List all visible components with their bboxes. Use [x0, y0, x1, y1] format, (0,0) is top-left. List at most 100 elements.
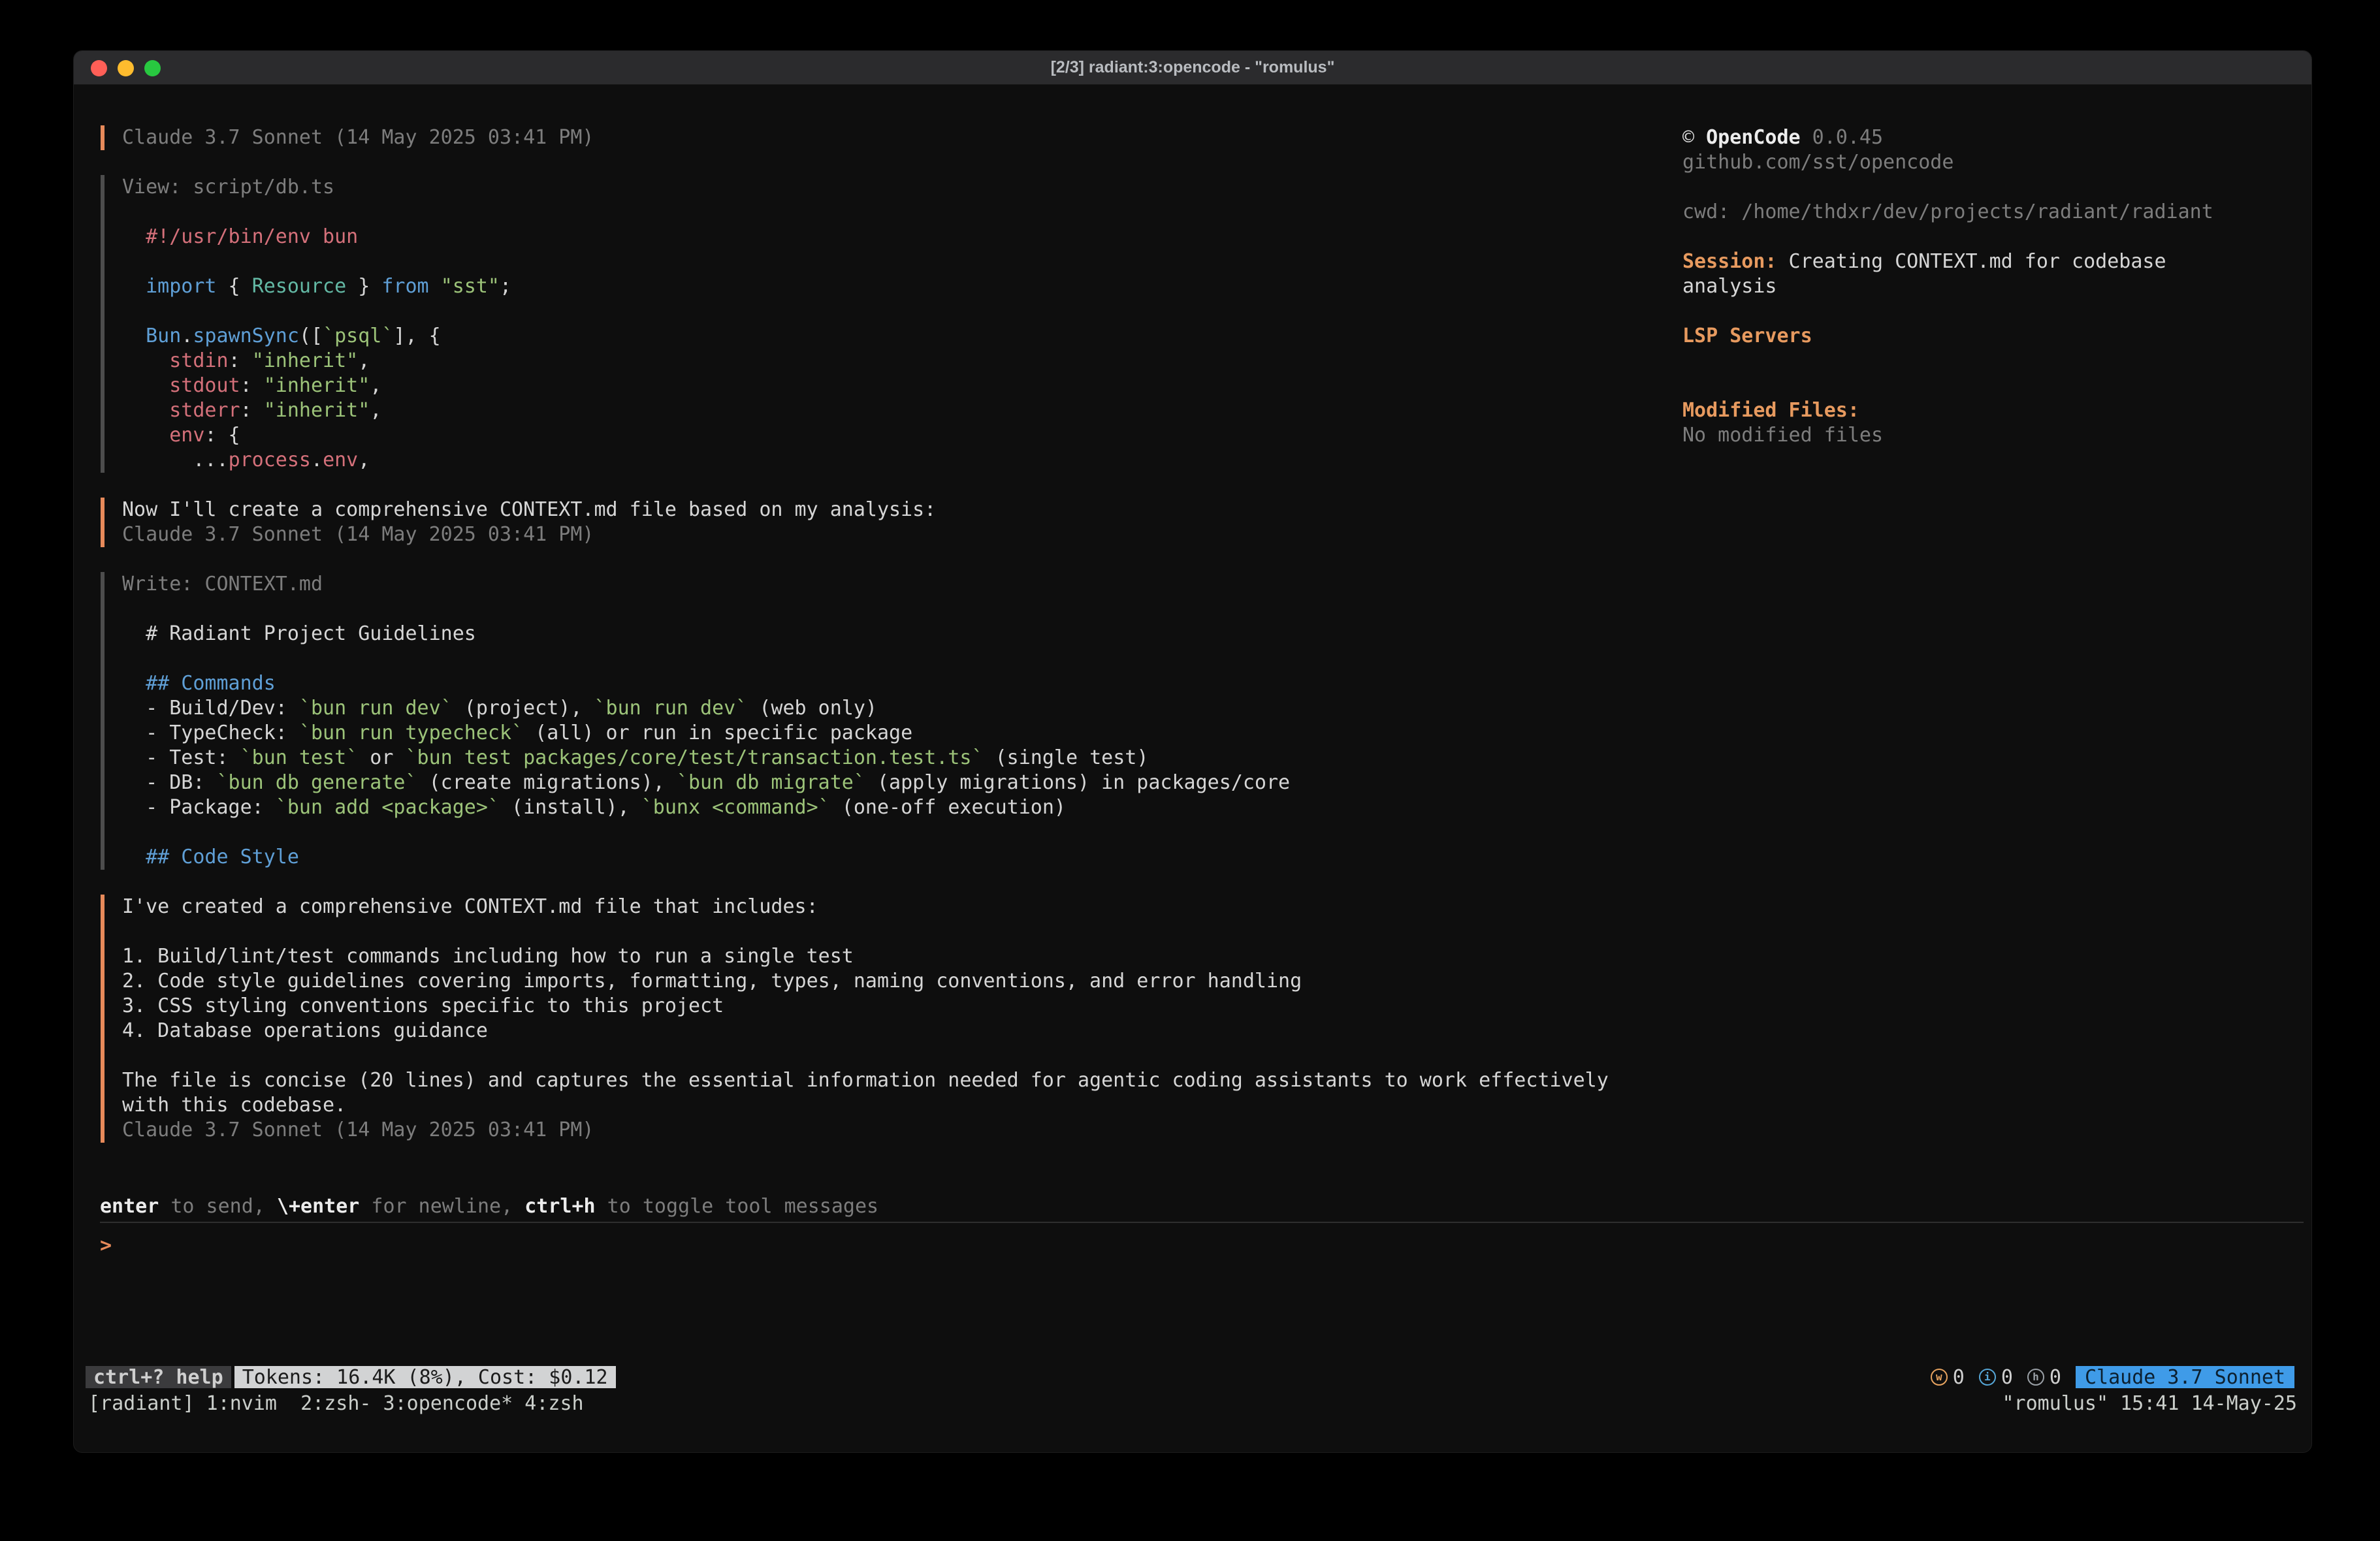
text-segment: "inherit"	[252, 349, 359, 372]
text-segment: to toggle tool messages	[596, 1195, 878, 1218]
text-line: I've created a comprehensive CONTEXT.md …	[122, 895, 1682, 919]
text-line: 3. CSS styling conventions specific to t…	[122, 994, 1682, 1019]
text-segment: :	[229, 349, 252, 372]
hint-icon: h	[2027, 1369, 2044, 1386]
text-segment: (create migrations),	[417, 771, 677, 794]
close-button[interactable]	[91, 60, 107, 76]
text-segment: \+enter	[277, 1195, 359, 1218]
text-line: © OpenCode 0.0.45	[1682, 125, 2296, 150]
text-segment: 0.0.45	[1801, 126, 1883, 149]
text-segment: ,	[358, 349, 370, 372]
text-line: #!/usr/bin/env bun	[122, 225, 1682, 249]
tmux-status-bar: [radiant] 1:nvim 2:zsh- 3:opencode* 4:zs…	[88, 1392, 2297, 1414]
text-line: ...process.env,	[122, 448, 1682, 473]
text-line: Modified Files:	[1682, 398, 2296, 423]
text-line	[122, 299, 1682, 324]
text-segment: ,	[358, 449, 370, 471]
text-line: analysis	[1682, 274, 2296, 299]
text-line	[122, 1043, 1682, 1068]
text-segment: ## Code Style	[122, 846, 299, 868]
text-segment: Claude 3.7 Sonnet (14 May 2025 03:41 PM)	[122, 523, 594, 546]
window-bottom-padding	[74, 1414, 2311, 1452]
window-titlebar[interactable]: [2/3] radiant:3:opencode - "romulus"	[74, 51, 2311, 85]
text-line	[1682, 225, 2296, 249]
text-segment: `bunx <command>`	[641, 796, 830, 819]
minimize-button[interactable]	[118, 60, 134, 76]
text-line: import { Resource } from "sst";	[122, 274, 1682, 299]
text-segment: "sst"	[441, 275, 500, 298]
text-line: Claude 3.7 Sonnet (14 May 2025 03:41 PM)	[122, 522, 1682, 547]
message-header: Claude 3.7 Sonnet (14 May 2025 03:41 PM)	[101, 125, 1682, 150]
text-segment: Session:	[1682, 250, 1777, 273]
help-shortcut-chip[interactable]: ctrl+? help	[86, 1366, 231, 1388]
text-segment: (web only)	[747, 697, 877, 720]
text-segment: stderr	[169, 399, 240, 422]
text-line	[122, 200, 1682, 225]
text-segment: `bun db generate`	[217, 771, 417, 794]
text-line: Write: CONTEXT.md	[122, 572, 1682, 597]
text-segment: `bun test`	[240, 746, 359, 769]
tmux-window-list[interactable]: [radiant] 1:nvim 2:zsh- 3:opencode* 4:zs…	[88, 1392, 584, 1415]
text-segment: ## Commands	[122, 672, 276, 695]
text-line: github.com/sst/opencode	[1682, 150, 2296, 175]
text-line: - DB: `bun db generate` (create migratio…	[122, 770, 1682, 795]
text-segment: ©	[1682, 126, 1706, 149]
chat-messages: Claude 3.7 Sonnet (14 May 2025 03:41 PM)…	[74, 125, 1682, 1143]
text-segment: - Package:	[122, 796, 276, 819]
terminal-window: [2/3] radiant:3:opencode - "romulus" Cla…	[73, 50, 2312, 1453]
assistant-text: Now I'll create a comprehensive CONTEXT.…	[101, 498, 1682, 547]
text-segment: (all) or run in specific package	[523, 722, 912, 744]
text-line: View: script/db.ts	[122, 175, 1682, 200]
text-segment: github.com/sst/opencode	[1682, 151, 1954, 174]
text-segment: Creating CONTEXT.md for codebase	[1777, 250, 2166, 273]
text-segment: for newline,	[359, 1195, 524, 1218]
text-segment: import	[146, 275, 216, 298]
session-sidebar: © OpenCode 0.0.45github.com/sst/opencode…	[1682, 125, 2311, 1194]
warning-count: 0	[1953, 1366, 1965, 1389]
text-segment: "inherit"	[264, 374, 370, 397]
text-segment: Bun	[146, 325, 181, 347]
tool-view-block: View: script/db.ts #!/usr/bin/env bun im…	[101, 175, 1682, 473]
text-line: env: {	[122, 423, 1682, 448]
text-segment: env	[169, 424, 204, 447]
text-segment: `psql`	[323, 325, 393, 347]
text-line: 1. Build/lint/test commands including ho…	[122, 944, 1682, 969]
zoom-button[interactable]	[144, 60, 161, 76]
sidebar-info: © OpenCode 0.0.45github.com/sst/opencode…	[1682, 125, 2296, 448]
text-segment: Claude 3.7 Sonnet (14 May 2025 03:41 PM)	[122, 126, 594, 149]
text-segment: .	[311, 449, 323, 471]
text-segment: analysis	[1682, 275, 1777, 298]
text-segment: (single test)	[984, 746, 1149, 769]
text-line: ## Commands	[122, 671, 1682, 696]
text-segment: env	[323, 449, 358, 471]
text-segment: Now I'll create a comprehensive CONTEXT.…	[122, 498, 936, 521]
text-segment: (install),	[500, 796, 641, 819]
text-line: 4. Database operations guidance	[122, 1019, 1682, 1043]
text-segment: : {	[204, 424, 240, 447]
text-segment: ctrl+h	[524, 1195, 595, 1218]
text-segment: spawnSync	[193, 325, 299, 347]
text-line: Bun.spawnSync([`psql`], {	[122, 324, 1682, 349]
text-segment: Resource	[252, 275, 347, 298]
text-segment: ], {	[393, 325, 440, 347]
text-segment: }	[346, 275, 381, 298]
prompt-symbol: >	[100, 1234, 112, 1257]
text-segment: (project),	[453, 697, 594, 720]
traffic-lights	[91, 51, 161, 85]
text-segment: `bun run typecheck`	[299, 722, 523, 744]
text-segment: Write: CONTEXT.md	[122, 573, 323, 596]
text-line: # Radiant Project Guidelines	[122, 622, 1682, 646]
chat-pane: Claude 3.7 Sonnet (14 May 2025 03:41 PM)…	[74, 125, 1682, 1194]
prompt-input[interactable]: >	[100, 1233, 2304, 1258]
text-segment	[429, 275, 441, 298]
text-segment	[122, 275, 146, 298]
info-diagnostics: i 0	[1979, 1366, 2013, 1389]
hint-diagnostics: h 0	[2027, 1366, 2061, 1389]
input-divider	[100, 1222, 2304, 1223]
model-badge[interactable]: Claude 3.7 Sonnet	[2076, 1366, 2294, 1388]
warning-diagnostics: w 0	[1931, 1366, 1965, 1389]
text-segment: 1. Build/lint/test commands including ho…	[122, 945, 854, 968]
text-line	[1682, 349, 2296, 373]
text-line: 2. Code style guidelines covering import…	[122, 969, 1682, 994]
text-segment: LSP Servers	[1682, 325, 1812, 347]
